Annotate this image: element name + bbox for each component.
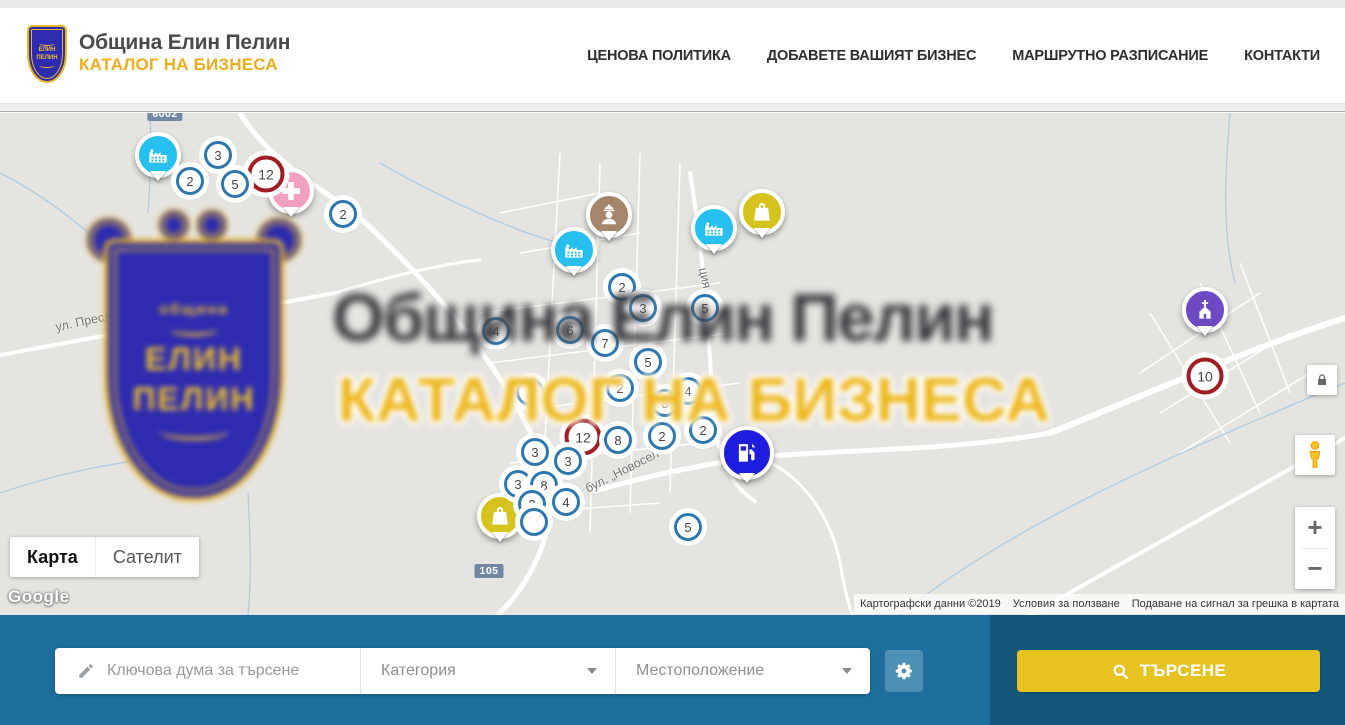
worker-pin-marker[interactable] <box>586 192 632 238</box>
factory-pin-marker[interactable] <box>135 132 181 178</box>
zoom-in-button[interactable]: + <box>1295 507 1335 548</box>
advanced-search-button[interactable] <box>885 650 923 692</box>
cluster-marker[interactable]: 2 <box>648 422 676 450</box>
cluster-marker[interactable]: 12 <box>248 156 285 193</box>
header: ЕЛИН ПЕЛИН Община Елин Пелин КАТАЛОГ НА … <box>0 8 1345 104</box>
cluster-marker[interactable]: 10 <box>1187 358 1224 395</box>
attribution-terms-link[interactable]: Условия за ползване <box>1007 594 1126 614</box>
cluster-marker[interactable]: 3 <box>204 141 232 169</box>
cluster-marker[interactable]: 2 <box>329 200 357 228</box>
bag-icon <box>487 503 513 529</box>
lock-button[interactable] <box>1307 365 1337 395</box>
crest-text: ЕЛИН <box>39 47 56 54</box>
chevron-down-icon <box>842 668 852 674</box>
search-icon <box>1111 662 1130 681</box>
main-nav: ЦЕНОВА ПОЛИТИКА ДОБАВЕТЕ ВАШИЯТ БИЗНЕС М… <box>587 8 1320 104</box>
worker-icon <box>596 202 622 228</box>
category-select[interactable]: Категория <box>360 648 615 694</box>
site-logo[interactable]: ЕЛИН ПЕЛИН Община Елин Пелин КАТАЛОГ НА … <box>27 25 290 83</box>
cluster-marker[interactable]: 5 <box>674 513 702 541</box>
keyword-field[interactable] <box>55 648 360 694</box>
crest-ornament <box>39 41 55 46</box>
cluster-marker[interactable]: 2 <box>516 378 544 406</box>
cluster-marker[interactable]: 7 <box>591 329 619 357</box>
zoom-out-button[interactable]: − <box>1295 549 1335 590</box>
fuel-pin-marker[interactable] <box>720 426 774 480</box>
nav-route-schedule[interactable]: МАРШРУТНО РАЗПИСАНИЕ <box>1012 48 1208 64</box>
pegman-icon <box>1302 440 1328 470</box>
cluster-marker[interactable]: 4 <box>482 317 510 345</box>
site-subtitle: КАТАЛОГ НА БИЗНЕСА <box>79 54 290 76</box>
factory-pin-marker[interactable] <box>691 205 737 251</box>
map-attribution: Картографски данни ©2019 Условия за полз… <box>854 594 1345 614</box>
cluster-marker[interactable]: 6 <box>556 316 584 344</box>
cluster-marker[interactable]: 2 <box>176 167 204 195</box>
cluster-marker[interactable]: 5 <box>691 294 719 322</box>
category-select-label: Категория <box>381 662 456 680</box>
map-type-satellite-button[interactable]: Сателит <box>95 537 199 577</box>
cluster-marker[interactable]: 3 <box>521 438 549 466</box>
factory-icon <box>145 142 171 168</box>
crest-ornament <box>39 63 55 68</box>
bag-pin-marker[interactable] <box>477 493 523 539</box>
map-type-control: Карта Сателит <box>10 537 199 577</box>
search-button-label: ТЪРСЕНЕ <box>1140 661 1227 681</box>
zoom-control: + − <box>1295 507 1335 589</box>
nav-pricing-policy[interactable]: ЦЕНОВА ПОЛИТИКА <box>587 48 731 64</box>
map-markers-layer: 3212522356475224822128333834510 <box>0 113 1345 615</box>
location-select[interactable]: Местоположение <box>615 648 870 694</box>
factory-icon <box>561 237 587 263</box>
factory-pin-marker[interactable] <box>551 227 597 273</box>
cluster-marker[interactable]: 3 <box>554 447 582 475</box>
church-pin-marker[interactable] <box>1182 287 1228 333</box>
chevron-down-icon <box>587 668 597 674</box>
cluster-marker[interactable]: 2 <box>606 374 634 402</box>
fuel-icon <box>734 440 760 466</box>
cluster-marker[interactable]: 5 <box>221 170 249 198</box>
bag-pin-marker[interactable] <box>739 189 785 235</box>
cluster-marker[interactable]: 4 <box>552 488 580 516</box>
cluster-marker[interactable]: 2 <box>689 416 717 444</box>
cluster-marker[interactable] <box>520 508 548 536</box>
cluster-marker[interactable]: 5 <box>634 348 662 376</box>
location-select-label: Местоположение <box>636 662 764 680</box>
search-fields: Категория Местоположение <box>55 648 870 694</box>
pegman-control[interactable] <box>1295 435 1335 475</box>
attribution-copyright: Картографски данни ©2019 <box>854 594 1007 614</box>
municipality-crest-icon: ЕЛИН ПЕЛИН <box>27 25 67 83</box>
page: ЕЛИН ПЕЛИН Община Елин Пелин КАТАЛОГ НА … <box>0 0 1345 725</box>
nav-add-your-business[interactable]: ДОБАВЕТЕ ВАШИЯТ БИЗНЕС <box>767 48 976 64</box>
cluster-marker[interactable]: 8 <box>651 389 679 417</box>
nav-contacts[interactable]: КОНТАКТИ <box>1244 48 1320 64</box>
header-map-divider <box>0 104 1345 112</box>
search-button[interactable]: ТЪРСЕНЕ <box>1017 650 1320 692</box>
gear-icon <box>893 660 915 682</box>
google-logo[interactable]: Google <box>8 587 70 607</box>
cluster-marker[interactable]: 3 <box>629 294 657 322</box>
top-strip <box>0 0 1345 8</box>
map-canvas[interactable]: 6002105ул. Преславбул. „Новоселция 32125… <box>0 113 1345 615</box>
keyword-input[interactable] <box>107 662 347 680</box>
church-icon <box>1192 297 1218 323</box>
attribution-report-link[interactable]: Подаване на сигнал за грешка в картата <box>1126 594 1345 614</box>
lock-icon <box>1314 372 1330 388</box>
map-type-map-button[interactable]: Карта <box>10 537 95 577</box>
cluster-marker[interactable]: 2 <box>608 273 636 301</box>
bag-icon <box>749 199 775 225</box>
site-title: Община Елин Пелин <box>79 32 290 54</box>
pencil-icon <box>77 662 95 680</box>
factory-icon <box>701 215 727 241</box>
crest-text: ПЕЛИН <box>36 55 57 62</box>
cluster-marker[interactable]: 8 <box>604 426 632 454</box>
